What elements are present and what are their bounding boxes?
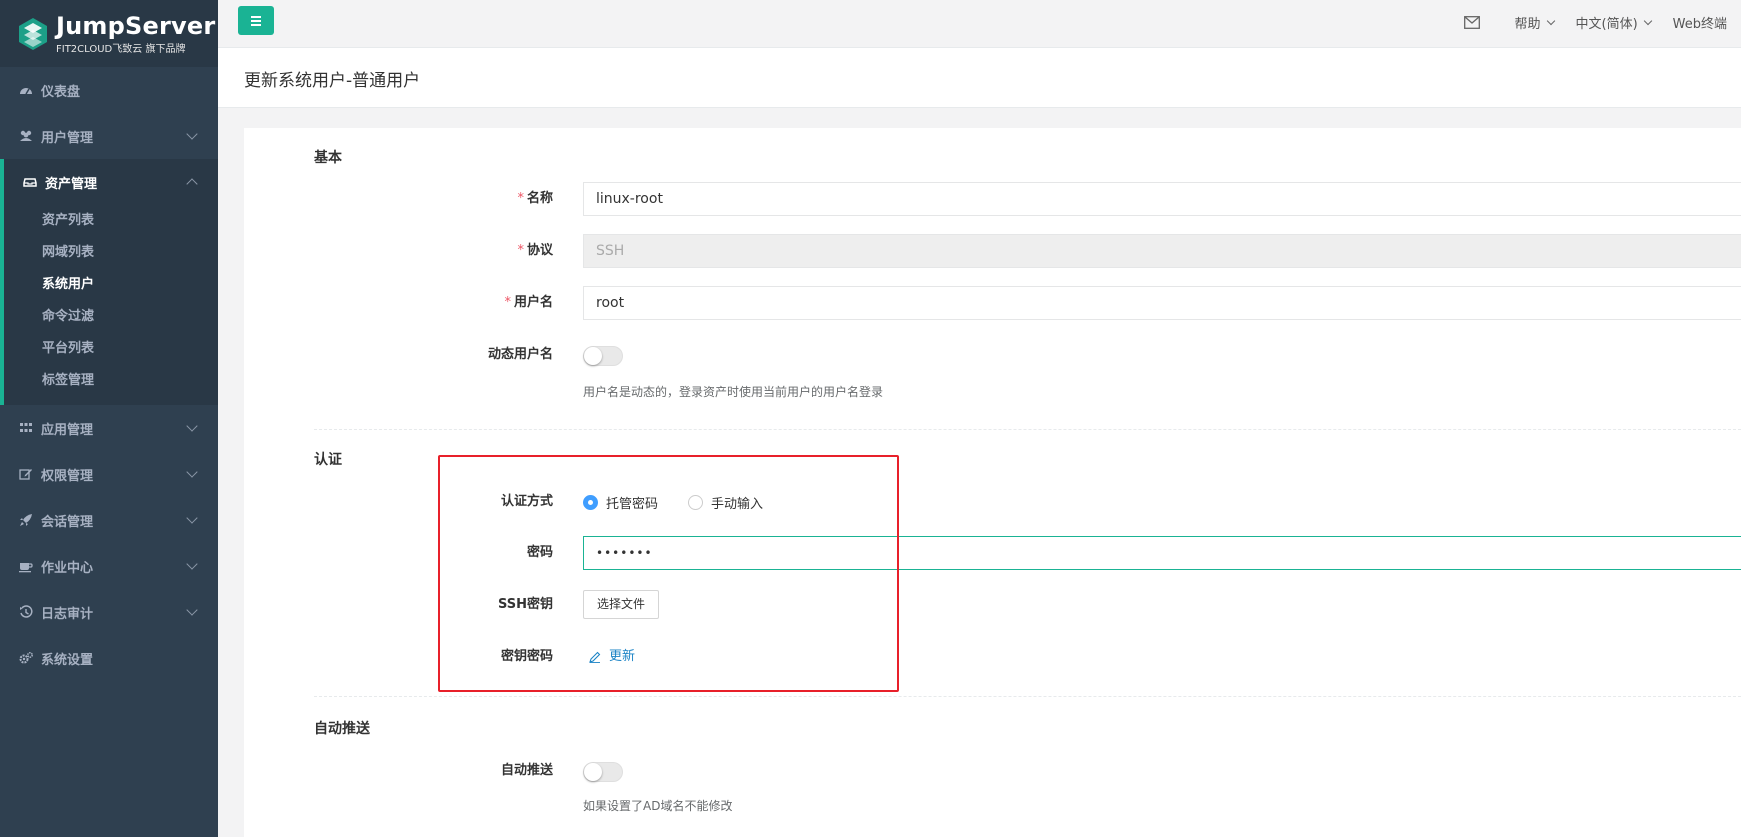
history-icon — [18, 605, 34, 619]
sidebar-item-permissions[interactable]: 权限管理 — [0, 451, 218, 497]
rocket-icon — [18, 513, 34, 527]
sidebar-subitem-label-management[interactable]: 标签管理 — [4, 365, 218, 397]
gears-icon — [18, 651, 34, 665]
sidebar-item-audits[interactable]: 日志审计 — [0, 589, 218, 635]
sidebar-group-assets: 资产管理 资产列表 网域列表 系统用户 命令过滤 平台列表 标签管理 — [0, 159, 218, 405]
sidebar-nav: 仪表盘 用户管理 资产管理 资产列表 网域列表 系统用户 命令过滤 平台列表 标… — [0, 67, 218, 681]
grid-icon — [18, 421, 34, 435]
sidebar-subitem-system-user[interactable]: 系统用户 — [4, 269, 218, 301]
sidebar-item-jobs[interactable]: 作业中心 — [0, 543, 218, 589]
sidebar-subitem-command-filter[interactable]: 命令过滤 — [4, 301, 218, 333]
language-dropdown[interactable]: 中文(简体) — [1575, 13, 1652, 32]
jumpserver-logo-icon — [18, 17, 48, 51]
sidebar-subitem-domain-list[interactable]: 网域列表 — [4, 237, 218, 269]
section-divider — [314, 696, 1741, 697]
form-row-dynamic-username: 动态用户名 — [244, 338, 1741, 372]
chevron-down-icon — [1643, 16, 1652, 25]
brand-subtitle: FIT2CLOUD飞致云 旗下品牌 — [56, 43, 186, 55]
sidebar-item-label: 日志审计 — [41, 606, 94, 622]
form-row-protocol: * 协议 SSH — [244, 234, 1741, 268]
coffee-icon — [18, 559, 34, 573]
web-terminal-link[interactable]: Web终端 — [1673, 13, 1727, 32]
dashboard-icon — [18, 83, 34, 97]
help-dropdown[interactable]: 帮助 — [1514, 13, 1555, 32]
section-title-basic: 基本 — [314, 150, 342, 166]
auto-push-label: 自动推送 — [500, 763, 553, 778]
web-terminal-label: Web终端 — [1672, 16, 1727, 32]
name-input[interactable]: linux-root — [583, 182, 1741, 216]
page-title: 更新系统用户-普通用户 — [244, 71, 421, 91]
username-label: 用户名 — [513, 295, 553, 310]
dynamic-username-label: 动态用户名 — [487, 347, 553, 362]
protocol-select: SSH — [583, 234, 1741, 268]
brand-title: JumpServer — [56, 11, 216, 40]
sidebar-item-assets[interactable]: 资产管理 — [4, 159, 218, 205]
chevron-down-icon — [186, 604, 198, 616]
top-right-menu: 帮助 中文(简体) Web终端 — [1464, 0, 1741, 44]
sidebar-subitem-asset-list[interactable]: 资产列表 — [4, 205, 218, 237]
sidebar-item-users[interactable]: 用户管理 — [0, 113, 218, 159]
chevron-down-icon — [186, 512, 198, 524]
name-label: 名称 — [526, 191, 553, 206]
chevron-down-icon — [186, 466, 198, 478]
sidebar-toggle-button[interactable] — [238, 6, 274, 35]
sidebar-item-dashboard[interactable]: 仪表盘 — [0, 67, 218, 113]
sidebar-item-label: 会话管理 — [41, 514, 94, 530]
highlight-annotation-box — [438, 455, 899, 692]
auto-push-toggle[interactable] — [583, 762, 623, 782]
form-row-username: * 用户名 root — [244, 286, 1741, 320]
sidebar-item-label: 用户管理 — [41, 130, 94, 146]
edit-icon — [18, 467, 34, 481]
form-row-auto-push: 自动推送 — [244, 754, 1741, 788]
chevron-down-icon — [186, 420, 198, 432]
help-label: 帮助 — [1514, 16, 1541, 32]
users-icon — [18, 129, 34, 143]
chevron-up-icon — [186, 178, 198, 190]
dynamic-username-toggle[interactable] — [583, 346, 623, 366]
form-row-name: * 名称 linux-root — [244, 182, 1741, 216]
page-heading: 更新系统用户-普通用户 — [218, 48, 1741, 108]
language-label: 中文(简体) — [1575, 16, 1638, 32]
chevron-down-icon — [186, 128, 198, 140]
sidebar-item-applications[interactable]: 应用管理 — [0, 405, 218, 451]
protocol-label: 协议 — [526, 243, 553, 258]
sidebar-item-label: 资产管理 — [45, 176, 98, 192]
sidebar-item-label: 权限管理 — [41, 468, 94, 484]
inbox-icon — [22, 175, 38, 189]
sidebar-item-sessions[interactable]: 会话管理 — [0, 497, 218, 543]
section-divider — [314, 429, 1741, 430]
sidebar-item-label: 仪表盘 — [41, 84, 81, 100]
chevron-down-icon — [1546, 16, 1555, 25]
top-navbar: 帮助 中文(简体) Web终端 — [218, 0, 1741, 48]
sidebar-item-label: 作业中心 — [41, 560, 94, 576]
brand-logo[interactable]: JumpServer FIT2CLOUD飞致云 旗下品牌 — [0, 0, 218, 67]
sidebar-subitem-platform-list[interactable]: 平台列表 — [4, 333, 218, 365]
dynamic-username-help: 用户名是动态的，登录资产时使用当前用户的用户名登录 — [583, 385, 884, 399]
sidebar-item-label: 应用管理 — [41, 422, 94, 438]
sidebar-item-label: 系统设置 — [41, 652, 94, 668]
auto-push-help: 如果设置了AD域名不能修改 — [583, 799, 733, 813]
chevron-down-icon — [186, 558, 198, 570]
section-title-auth: 认证 — [314, 452, 342, 468]
mail-icon[interactable] — [1464, 15, 1481, 29]
sidebar: JumpServer FIT2CLOUD飞致云 旗下品牌 仪表盘 用户管理 资产… — [0, 0, 218, 837]
username-input[interactable]: root — [583, 286, 1741, 320]
section-title-auto-push: 自动推送 — [314, 721, 370, 737]
sidebar-item-settings[interactable]: 系统设置 — [0, 635, 218, 681]
